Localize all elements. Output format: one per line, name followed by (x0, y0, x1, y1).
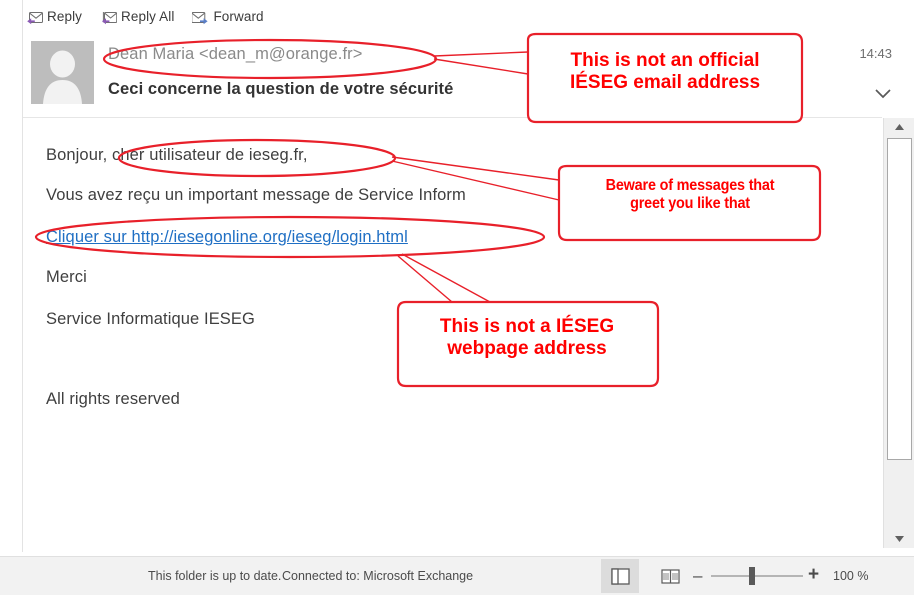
scroll-up-arrow-icon (895, 124, 904, 130)
reply-all-label: Reply All (121, 9, 175, 25)
phishing-link[interactable]: Cliquer sur http://iesegonline.org/ieseg… (46, 228, 408, 247)
annotation-callout-3: This is not a IÉSEG webpage address (439, 316, 615, 360)
zoom-slider-thumb[interactable] (749, 567, 755, 585)
annotation-callout-2: Beware of messages that greet you like t… (605, 177, 775, 213)
normal-view-icon (610, 567, 630, 585)
reply-envelope-icon (26, 10, 43, 25)
body-greeting: Bonjour, cher utilisateur de ieseg.fr, (46, 146, 308, 164)
body-thanks: Merci (46, 268, 87, 286)
message-command-bar: Reply Reply All Forward (24, 6, 266, 28)
outlook-reading-pane: Reply Reply All Forward Dean Maria <dean… (0, 0, 914, 595)
scroll-down-button[interactable] (885, 530, 914, 548)
message-timestamp: 14:43 (859, 46, 892, 61)
sender-address: Dean Maria <dean_m@orange.fr> (108, 45, 363, 63)
connection-status-text: Connected to: Microsoft Exchange (282, 569, 474, 583)
reply-all-envelope-icon (100, 10, 118, 25)
scrollbar-thumb[interactable] (887, 138, 912, 460)
reply-button[interactable]: Reply (24, 6, 84, 28)
folder-status-text: This folder is up to date. (148, 569, 282, 583)
status-bar: This folder is up to date. Connected to:… (0, 556, 914, 595)
avatar (31, 41, 94, 104)
scroll-up-button[interactable] (885, 118, 914, 136)
reading-view-button[interactable] (651, 559, 689, 593)
scroll-down-arrow-icon (895, 536, 904, 542)
body-scrollbar[interactable] (883, 118, 914, 548)
body-signature: Service Informatique IESEG (46, 310, 255, 328)
annotation-leader-sender-b (433, 58, 529, 75)
forward-button[interactable]: Forward (190, 6, 265, 28)
contact-placeholder-icon (31, 41, 94, 104)
annotation-leader-sender-a (433, 51, 529, 57)
expand-header-button[interactable] (872, 85, 894, 101)
reading-view-icon (660, 568, 680, 584)
chevron-down-icon (875, 89, 891, 99)
forward-envelope-icon (192, 10, 209, 25)
normal-view-button[interactable] (601, 559, 639, 593)
zoom-in-button[interactable]: + (808, 565, 819, 584)
annotation-callout-1: This is not an official IÉSEG email addr… (569, 50, 761, 94)
reply-label: Reply (47, 9, 83, 25)
message-subject: Ceci concerne la question de votre sécur… (108, 80, 454, 98)
zoom-out-button[interactable]: – (693, 567, 702, 584)
body-rights: All rights reserved (46, 390, 180, 408)
body-line-2: Vous avez reçu un important message de S… (46, 186, 466, 204)
zoom-level-value: 100 % (833, 569, 869, 583)
forward-label: Forward (213, 9, 264, 25)
zoom-slider-track[interactable] (711, 575, 803, 577)
reply-all-button[interactable]: Reply All (98, 6, 176, 28)
